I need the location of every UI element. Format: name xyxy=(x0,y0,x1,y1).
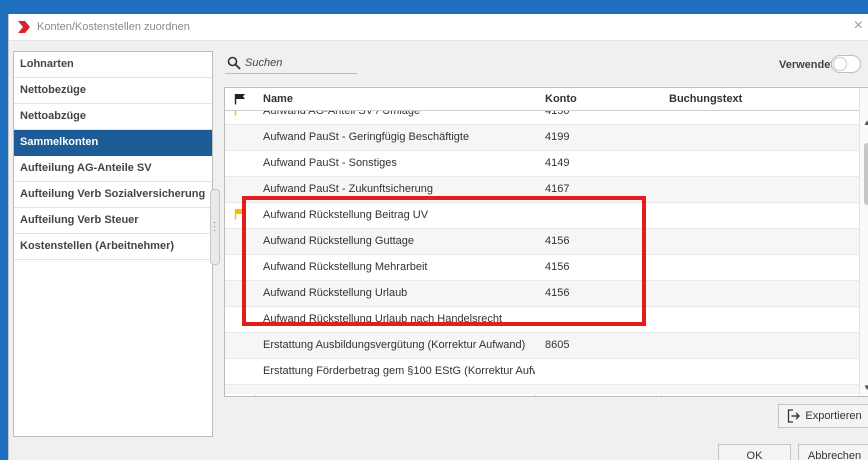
row-konto-cell[interactable]: 4156 xyxy=(545,229,569,254)
sidebar-item[interactable]: Nettoabzüge xyxy=(14,104,212,130)
row-konto-cell[interactable]: 4156 xyxy=(545,281,569,306)
column-header-flag[interactable] xyxy=(225,88,249,110)
row-flag-cell xyxy=(234,182,246,194)
sidebar-item[interactable]: Aufteilung AG-Anteile SV xyxy=(14,156,212,182)
table-row[interactable]: Aufwand Rückstellung Mehrarbeit 4156 xyxy=(225,255,859,281)
sidebar-item[interactable]: Aufteilung Verb Steuer xyxy=(14,208,212,234)
app-logo-icon xyxy=(18,21,30,33)
dialog-window: Konten/Kostenstellen zuordnen × Lohnarte… xyxy=(8,14,868,460)
column-header-buchungstext[interactable]: Buchungstext xyxy=(669,88,742,110)
sidebar-item[interactable]: Sammelkonten xyxy=(14,130,212,156)
flag-icon xyxy=(234,209,245,220)
sidebar-item[interactable]: Lohnarten xyxy=(14,52,212,78)
table-rows: Aufwand AG-Anteil SV / Umlage 4150 Aufwand… xyxy=(225,111,859,394)
table-body: Aufwand AG-Anteil SV / Umlage 4150 Aufwand… xyxy=(225,111,859,394)
used-filter-toggle[interactable] xyxy=(831,55,861,73)
table-row[interactable]: Aufwand PauSt - Sonstiges 4149 xyxy=(225,151,859,177)
splitter-handle[interactable]: · · · xyxy=(210,189,220,265)
search-box[interactable] xyxy=(225,55,357,74)
row-name-cell[interactable]: Erstattung Förderbetrag gem §100 EStG (K… xyxy=(263,359,535,384)
row-flag-cell xyxy=(234,130,246,142)
title-bar: Konten/Kostenstellen zuordnen × xyxy=(9,14,868,41)
export-button-label: Exportieren xyxy=(805,410,862,422)
table-row[interactable]: Aufwand AG-Anteil SV / Umlage 4150 xyxy=(225,111,859,125)
table-row[interactable]: Aufwand PauSt - Zukunftsicherung 4167 xyxy=(225,177,859,203)
table-row[interactable]: Erstattung Förderbetrag gem §100 EStG (K… xyxy=(225,359,859,385)
row-konto-cell[interactable]: 4167 xyxy=(545,177,569,202)
used-filter-label: Verwendet xyxy=(779,59,835,71)
row-flag-cell xyxy=(234,364,246,376)
row-konto-cell[interactable]: 4199 xyxy=(545,125,569,150)
table-header: Name Konto Buchungstext xyxy=(225,88,859,111)
ok-button[interactable]: OK xyxy=(718,444,791,460)
table-row[interactable]: Aufwand Rückstellung Urlaub nach Handels… xyxy=(225,307,859,333)
table-row[interactable]: Aufwand Rückstellung Guttage 4156 xyxy=(225,229,859,255)
row-name-cell[interactable]: Aufwand Rückstellung Guttage xyxy=(263,229,535,254)
flag-header-icon xyxy=(234,94,245,105)
search-input[interactable] xyxy=(245,55,353,71)
row-name-cell[interactable]: Aufwand AG-Anteil SV / Umlage xyxy=(263,111,535,124)
cancel-button[interactable]: Abbrechen xyxy=(798,444,868,460)
table-row[interactable]: Aufwand Rückstellung Beitrag UV xyxy=(225,203,859,229)
category-list: Lohnarten Nettobezüge Nettoabzüge Sammelkon… xyxy=(13,51,213,437)
row-flag-cell xyxy=(234,111,246,116)
vertical-scrollbar[interactable]: ▲ ▼ xyxy=(859,88,868,396)
row-konto-cell[interactable]: 8605 xyxy=(545,333,569,358)
row-name-cell[interactable]: Aufwand PauSt - Geringfügig Beschäftigte xyxy=(263,125,535,150)
row-flag-cell xyxy=(234,390,246,394)
row-konto-cell[interactable]: 4149 xyxy=(545,151,569,176)
table-row[interactable]: Aufwand PauSt - Geringfügig Beschäftigte… xyxy=(225,125,859,151)
window-title: Konten/Kostenstellen zuordnen xyxy=(37,21,190,33)
export-button[interactable]: Exportieren xyxy=(778,404,868,428)
column-header-konto[interactable]: Konto xyxy=(545,88,577,110)
row-name-cell[interactable]: Aufwand Rückstellung Urlaub xyxy=(263,281,535,306)
table-row[interactable]: Erstattung Ausbildungsvergütung (Korrekt… xyxy=(225,333,859,359)
row-name-cell[interactable]: Aufwand Rückstellung Beitrag UV xyxy=(263,203,535,228)
column-header-name[interactable]: Name xyxy=(263,88,293,110)
row-flag-cell xyxy=(234,286,246,298)
flag-icon xyxy=(234,111,237,116)
row-flag-cell xyxy=(234,338,246,350)
row-konto-cell[interactable]: 4156 xyxy=(545,255,569,280)
sidebar-item[interactable]: Aufteilung Verb Sozialversicherung xyxy=(14,182,212,208)
row-flag-cell xyxy=(234,156,246,168)
sidebar-item[interactable]: Nettobezüge xyxy=(14,78,212,104)
scroll-down-icon[interactable]: ▼ xyxy=(863,383,868,392)
table-row[interactable] xyxy=(225,385,859,394)
row-name-cell[interactable]: Aufwand PauSt - Zukunftsicherung xyxy=(263,177,535,202)
toggle-knob xyxy=(833,57,847,71)
scroll-up-icon[interactable]: ▲ xyxy=(863,118,868,127)
row-flag-cell xyxy=(234,260,246,272)
row-name-cell[interactable]: Aufwand Rückstellung Urlaub nach Handels… xyxy=(263,307,535,332)
grip-icon: · · · xyxy=(213,217,216,235)
close-icon[interactable]: × xyxy=(854,17,863,35)
row-flag-cell xyxy=(234,234,246,246)
row-flag-cell xyxy=(234,312,246,324)
table-row[interactable]: Aufwand Rückstellung Urlaub 4156 xyxy=(225,281,859,307)
search-icon xyxy=(227,56,241,70)
row-name-cell[interactable]: Erstattung Ausbildungsvergütung (Korrekt… xyxy=(263,333,535,358)
scrollbar-thumb[interactable] xyxy=(864,143,868,205)
row-name-cell[interactable]: Aufwand Rückstellung Mehrarbeit xyxy=(263,255,535,280)
row-konto-cell[interactable]: 4150 xyxy=(545,111,569,124)
sidebar-item[interactable]: Kostenstellen (Arbeitnehmer) xyxy=(14,234,212,260)
row-name-cell[interactable]: Aufwand PauSt - Sonstiges xyxy=(263,151,535,176)
row-flag-cell xyxy=(234,208,246,220)
accounts-table: Name Konto Buchungstext Aufwand AG-Antei… xyxy=(224,87,868,397)
export-icon xyxy=(788,409,801,423)
